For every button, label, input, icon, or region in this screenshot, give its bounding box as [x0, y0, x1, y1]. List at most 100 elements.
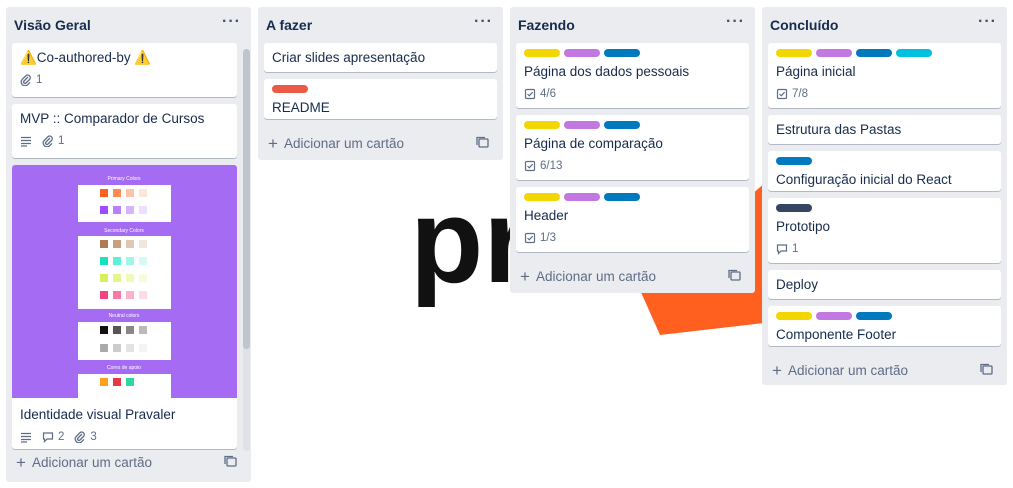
label-yellow[interactable] — [524, 49, 560, 57]
label-blue[interactable] — [856, 312, 892, 320]
label-blue[interactable] — [856, 49, 892, 57]
label-navy[interactable] — [776, 204, 812, 212]
card-labels[interactable] — [524, 193, 741, 201]
add-card-button[interactable]: + Adicionar um cartão — [516, 259, 749, 293]
label-sky[interactable] — [896, 49, 932, 57]
paperclip-icon — [74, 431, 86, 443]
list-header: A fazer ··· — [258, 7, 503, 43]
label-red[interactable] — [272, 85, 308, 93]
checklist-icon — [524, 160, 536, 172]
card-template-icon[interactable] — [476, 136, 489, 149]
label-purple[interactable] — [564, 121, 600, 129]
label-yellow[interactable] — [776, 49, 812, 57]
list-visao-geral: Visão Geral ··· ⚠️Co-authored-by ⚠️ 1 MV… — [6, 7, 251, 482]
plus-icon: + — [772, 360, 782, 380]
card-title: Página inicial — [776, 64, 856, 79]
list-title[interactable]: Visão Geral — [14, 17, 243, 33]
card-configuracao-react[interactable]: Configuração inicial do React — [768, 151, 1001, 191]
card-labels[interactable] — [776, 49, 993, 57]
attachment-count: 3 — [90, 431, 97, 443]
card-title: Identidade visual Pravaler — [20, 407, 176, 422]
card-pagina-dados-pessoais[interactable]: Página dos dados pessoais 4/6 — [516, 43, 749, 108]
card-template-icon[interactable] — [224, 455, 237, 468]
card-title: ⚠️Co-authored-by ⚠️ — [20, 50, 152, 65]
card-pagina-inicial[interactable]: Página inicial 7/8 — [768, 43, 1001, 108]
plus-icon: + — [268, 133, 278, 153]
card-estrutura-pastas[interactable]: Estrutura das Pastas — [768, 115, 1001, 144]
comment-icon — [42, 432, 54, 443]
checklist-icon — [524, 232, 536, 244]
card-cover-image: Primary Colors Secondary Colors Neutral … — [12, 165, 237, 398]
card-labels[interactable] — [272, 85, 489, 93]
checklist-badge: 4/6 — [524, 88, 556, 100]
add-card-label: Adicionar um cartão — [535, 268, 656, 284]
card-badges: 2 3 — [20, 429, 229, 445]
list-title[interactable]: A fazer — [266, 17, 495, 33]
list-menu-icon[interactable]: ··· — [978, 13, 997, 31]
add-card-button[interactable]: + Adicionar um cartão — [768, 353, 1001, 387]
card-title: Header — [524, 208, 569, 223]
card-labels[interactable] — [776, 312, 993, 320]
attachment-badge: 1 — [42, 135, 64, 147]
label-yellow[interactable] — [524, 121, 560, 129]
add-card-button[interactable]: + Adicionar um cartão — [12, 445, 245, 479]
card-labels[interactable] — [776, 204, 993, 212]
comment-badge: 1 — [776, 243, 798, 255]
card-badges: 6/13 — [524, 158, 741, 174]
label-purple[interactable] — [564, 49, 600, 57]
card-labels[interactable] — [776, 157, 993, 165]
label-blue[interactable] — [604, 49, 640, 57]
add-card-button[interactable]: + Adicionar um cartão — [264, 126, 497, 160]
card-badges: 1 — [20, 133, 229, 149]
card-list: ⚠️Co-authored-by ⚠️ 1 MVP :: Comparador … — [6, 43, 251, 449]
scrollbar-thumb[interactable] — [243, 49, 250, 349]
list-title[interactable]: Fazendo — [518, 17, 747, 33]
label-purple[interactable] — [816, 49, 852, 57]
attachment-badge: 1 — [20, 74, 42, 86]
card-template-icon[interactable] — [980, 363, 993, 376]
list-title[interactable]: Concluído — [770, 17, 999, 33]
cover-section-title: Cores de apoio — [107, 365, 141, 371]
label-blue[interactable] — [604, 193, 640, 201]
card-labels[interactable] — [524, 121, 741, 129]
list-menu-icon[interactable]: ··· — [726, 13, 745, 31]
card-list: Página inicial 7/8 Estrutura das Pastas … — [762, 43, 1007, 346]
card-template-icon[interactable] — [728, 269, 741, 282]
card-title: MVP :: Comparador de Cursos — [20, 111, 205, 126]
list-menu-icon[interactable]: ··· — [222, 13, 241, 31]
card-title: Página dos dados pessoais — [524, 64, 690, 79]
card-pagina-comparacao[interactable]: Página de comparação 6/13 — [516, 115, 749, 180]
card-prototipo[interactable]: Prototipo 1 — [768, 198, 1001, 263]
add-card-label: Adicionar um cartão — [787, 362, 908, 378]
card-mvp-comparador[interactable]: MVP :: Comparador de Cursos 1 — [12, 104, 237, 158]
checklist-icon — [776, 88, 788, 100]
label-yellow[interactable] — [776, 312, 812, 320]
add-card-label: Adicionar um cartão — [283, 135, 404, 151]
cover-section-title: Neutral colors — [109, 313, 140, 319]
list-header: Fazendo ··· — [510, 7, 755, 43]
card-deploy[interactable]: Deploy — [768, 270, 1001, 299]
card-criar-slides[interactable]: Criar slides apresentação — [264, 43, 497, 72]
label-blue[interactable] — [604, 121, 640, 129]
label-purple[interactable] — [564, 193, 600, 201]
label-blue[interactable] — [776, 157, 812, 165]
card-header[interactable]: Header 1/3 — [516, 187, 749, 252]
list-scrollbar[interactable] — [243, 49, 250, 451]
attachment-count: 1 — [36, 74, 43, 86]
plus-icon: + — [520, 266, 530, 286]
card-labels[interactable] — [524, 49, 741, 57]
description-badge — [20, 431, 32, 443]
card-componente-footer[interactable]: Componente Footer — [768, 306, 1001, 346]
card-title: Configuração inicial do React — [776, 172, 952, 187]
card-identidade-visual[interactable]: Primary Colors Secondary Colors Neutral … — [12, 165, 237, 449]
checklist-badge: 6/13 — [524, 160, 562, 172]
comment-count: 2 — [58, 431, 65, 443]
list-menu-icon[interactable]: ··· — [474, 13, 493, 31]
label-purple[interactable] — [816, 312, 852, 320]
card-readme[interactable]: README — [264, 79, 497, 119]
paperclip-icon — [20, 74, 31, 86]
checklist-icon — [524, 88, 536, 100]
card-list: Página dos dados pessoais 4/6 Página de … — [510, 43, 755, 252]
card-co-authored[interactable]: ⚠️Co-authored-by ⚠️ 1 — [12, 43, 237, 97]
label-yellow[interactable] — [524, 193, 560, 201]
